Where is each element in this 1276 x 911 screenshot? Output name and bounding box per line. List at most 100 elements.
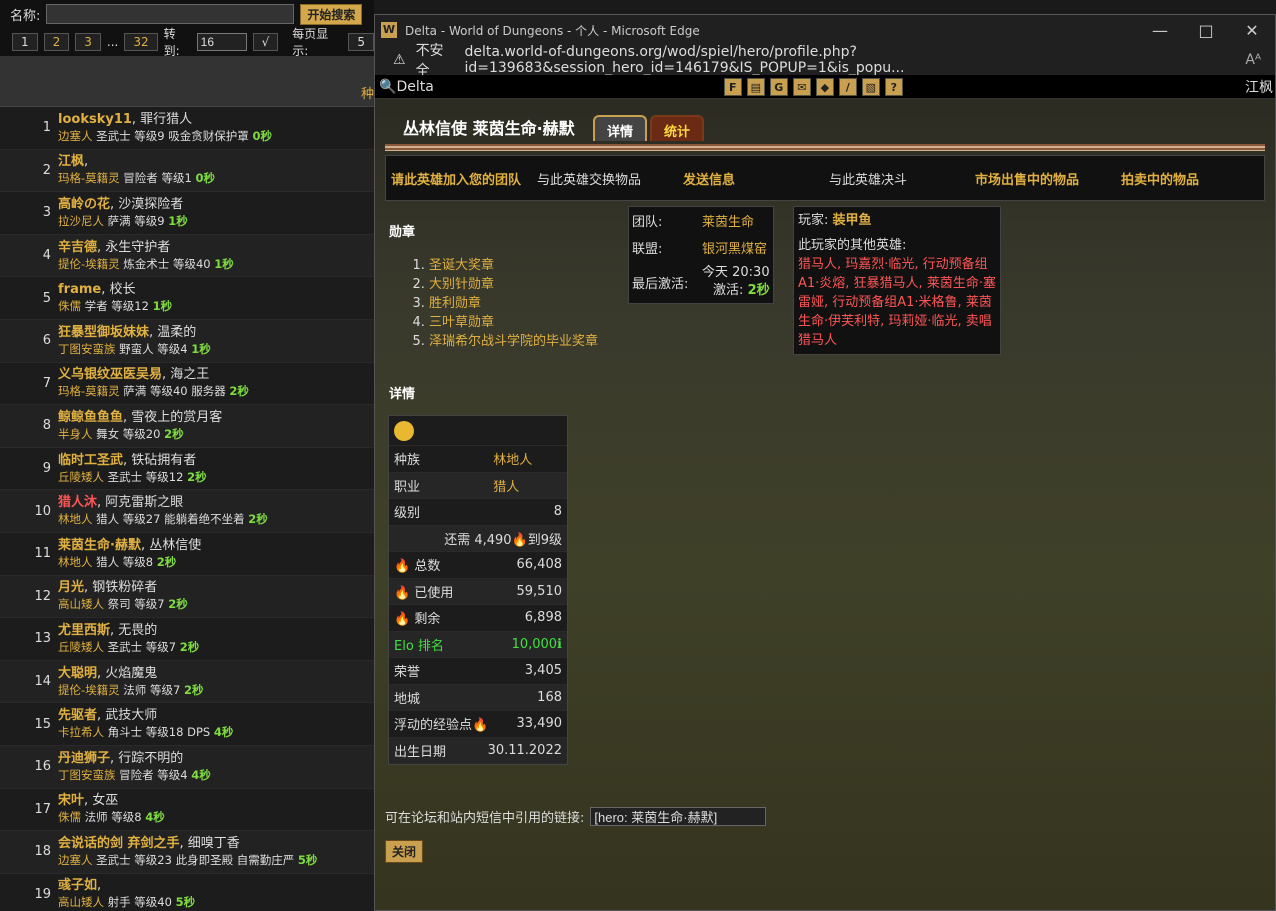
hero-race: 提伦-埃籍灵 [58, 682, 120, 697]
hero-name-link[interactable]: 辛吉德 [58, 240, 97, 255]
current-hero[interactable]: 江枫 [1245, 77, 1273, 97]
hero-race: 玛格-莫籍灵 [58, 384, 120, 399]
column-header-race[interactable]: 种 [361, 83, 374, 102]
toolbar-icon[interactable]: F [723, 77, 742, 96]
hero-name-link[interactable]: 宋叶 [58, 793, 84, 808]
page-32-button[interactable]: 32 [124, 33, 158, 51]
hero-name-link[interactable]: 猎人沐 [58, 495, 97, 510]
hero-link-input[interactable] [590, 807, 767, 826]
hero-name-link[interactable]: 江枫 [58, 154, 84, 169]
hero-name-link[interactable]: 义乌银纹巫医吴易 [58, 367, 162, 382]
search-button[interactable]: 开始搜索 [300, 3, 363, 25]
hero-name-link[interactable]: 高岭の花 [58, 197, 110, 212]
toolbar-icon[interactable]: ▧ [861, 77, 880, 96]
player-name-link[interactable]: 装甲鱼 [833, 213, 872, 228]
row-number: 17 [34, 801, 51, 817]
name-input[interactable] [46, 4, 295, 24]
hero-row: 10 猎人沐, 阿克雷斯之眼 林地人 猎人 等级27 能躺着绝不坐着 2秒 [0, 490, 374, 533]
team-label: 团队: [632, 215, 663, 230]
tab-details[interactable]: 详情 [593, 115, 648, 141]
active-time: 0秒 [252, 128, 272, 143]
hero-name-link[interactable]: 狂暴型御坂妹妹 [58, 325, 149, 340]
hero-name-link[interactable]: looksky11 [58, 112, 132, 127]
hero-name-link[interactable]: 丹迪狮子 [58, 751, 110, 766]
hero-race: 高山矮人 [58, 597, 104, 612]
hero-name-link[interactable]: 莱茵生命·赫默 [58, 538, 141, 553]
row-number: 18 [34, 844, 51, 860]
page-3-button[interactable]: 3 [75, 33, 101, 51]
close-button[interactable]: 关闭 [385, 840, 424, 863]
toolbar-icon[interactable]: ? [884, 77, 903, 96]
minimize-icon[interactable]: — [1137, 21, 1183, 40]
hero-name-link[interactable]: 鲸鲸鱼鱼鱼 [58, 410, 123, 425]
warning-icon[interactable]: ⚠ [393, 52, 406, 68]
medal-item: 胜利勋章 [429, 294, 598, 313]
toolbar-icon[interactable]: ▤ [746, 77, 765, 96]
hero-row: 16 丹迪狮子, 行踪不明的 丁图安蛮族 冒险者 等级4 4秒 [0, 745, 374, 789]
tab-statistics[interactable]: 统计 [650, 115, 705, 141]
address-bar[interactable]: ⚠ 不安全 delta.world-of-dungeons.org/wod/sp… [375, 43, 1275, 79]
read-aloud-icon[interactable]: Aᴬ [1245, 52, 1261, 68]
hero-row: 2 江枫, 玛格-莫籍灵 冒险者 等级1 0秒 [0, 149, 374, 193]
player-box: 玩家: 装甲鱼 此玩家的其他英雄: 猎马人, 玛嘉烈·临光, 行动预备组A1·炎… [793, 206, 1001, 355]
hero-name-link[interactable]: 月光 [58, 580, 84, 595]
goto-input[interactable] [196, 33, 247, 51]
row-number: 11 [34, 546, 51, 562]
detail-row: 🔥 剩余 6,898 [389, 605, 567, 632]
site-icon: W [381, 22, 397, 38]
hero-race: 林地人 [58, 554, 93, 569]
hero-race: 边塞人 [58, 128, 93, 143]
market-link[interactable]: 市场出售中的物品 [970, 169, 1116, 188]
hero-title: , 火焰魔鬼 [97, 665, 158, 681]
hero-name-link[interactable]: 尤里西斯 [58, 623, 110, 638]
detail-value[interactable]: 猎人 [493, 476, 562, 495]
divider-stripe [385, 144, 1265, 151]
active-time: 4秒 [145, 810, 165, 825]
hero-title: , 雪夜上的赏月客 [123, 409, 223, 425]
detail-value: 30.11.2022 [487, 742, 562, 758]
invite-link[interactable]: 请此英雄加入您的团队 [386, 169, 532, 188]
auction-link[interactable]: 拍卖中的物品 [1116, 169, 1262, 188]
toolbar-icon[interactable]: / [838, 77, 857, 96]
page-1-button[interactable]: 1 [12, 33, 38, 51]
medal-item: 大别针勋章 [429, 275, 598, 294]
detail-key: 出生日期 [394, 744, 447, 760]
details-title: 详情 [389, 387, 416, 402]
toolbar-icon[interactable]: G [769, 77, 788, 96]
alliance-link[interactable]: 银河黑煤窑 [702, 238, 767, 257]
medal-link[interactable]: 圣诞大奖章 [429, 258, 494, 273]
close-icon[interactable]: ✕ [1229, 21, 1275, 40]
row-number: 10 [34, 503, 51, 519]
goto-button[interactable]: √ [252, 33, 279, 51]
hero-info: 萨满 等级40 服务器 [119, 384, 230, 399]
detail-key: 荣誉 [394, 665, 421, 681]
other-heroes-links[interactable]: 猎马人, 玛嘉烈·临光, 行动预备组A1·炎熔, 狂暴猎马人, 莱茵生命·塞雷娅… [798, 255, 996, 350]
insecure-label[interactable]: 不安全 [416, 40, 455, 80]
trade-link[interactable]: 与此英雄交换物品 [532, 169, 678, 188]
hero-row: 11 莱茵生命·赫默, 丛林信使 林地人 猎人 等级8 2秒 [0, 532, 374, 576]
page-2-button[interactable]: 2 [43, 33, 70, 51]
toolbar-icon[interactable]: ◆ [815, 77, 834, 96]
duel-link[interactable]: 与此英雄决斗 [824, 169, 970, 188]
toolbar-icon[interactable]: ✉ [792, 77, 811, 96]
message-link[interactable]: 发送信息 [678, 169, 824, 188]
url-text[interactable]: delta.world-of-dungeons.org/wod/spiel/he… [464, 44, 1235, 76]
other-heroes-label: 此玩家的其他英雄: [798, 238, 907, 253]
hero-name-link[interactable]: 临时工圣武 [58, 453, 123, 468]
medal-link[interactable]: 泽瑞希尔战斗学院的毕业奖章 [429, 334, 598, 349]
hero-name-link[interactable]: frame [58, 282, 101, 297]
detail-value[interactable]: 林地人 [493, 449, 562, 468]
hero-name-link[interactable]: 先驱者 [58, 708, 97, 723]
medal-link[interactable]: 三叶草勋章 [429, 315, 494, 330]
medal-link[interactable]: 胜利勋章 [429, 296, 481, 311]
team-link[interactable]: 莱茵生命 [702, 211, 754, 230]
hero-name-link[interactable]: 大聪明 [58, 666, 97, 681]
hero-name-link[interactable]: 彧子如 [58, 878, 97, 893]
row-number: 8 [42, 418, 51, 434]
detail-value: 10,000ℹ [511, 636, 562, 652]
hero-name-link[interactable]: 会说话的剑 弃剑之手 [58, 836, 180, 851]
maximize-icon[interactable]: □ [1183, 21, 1229, 40]
last-active-value: 今天 20:30 [702, 265, 770, 280]
perpage-select[interactable]: 5 [348, 33, 374, 51]
medal-link[interactable]: 大别针勋章 [429, 277, 494, 292]
